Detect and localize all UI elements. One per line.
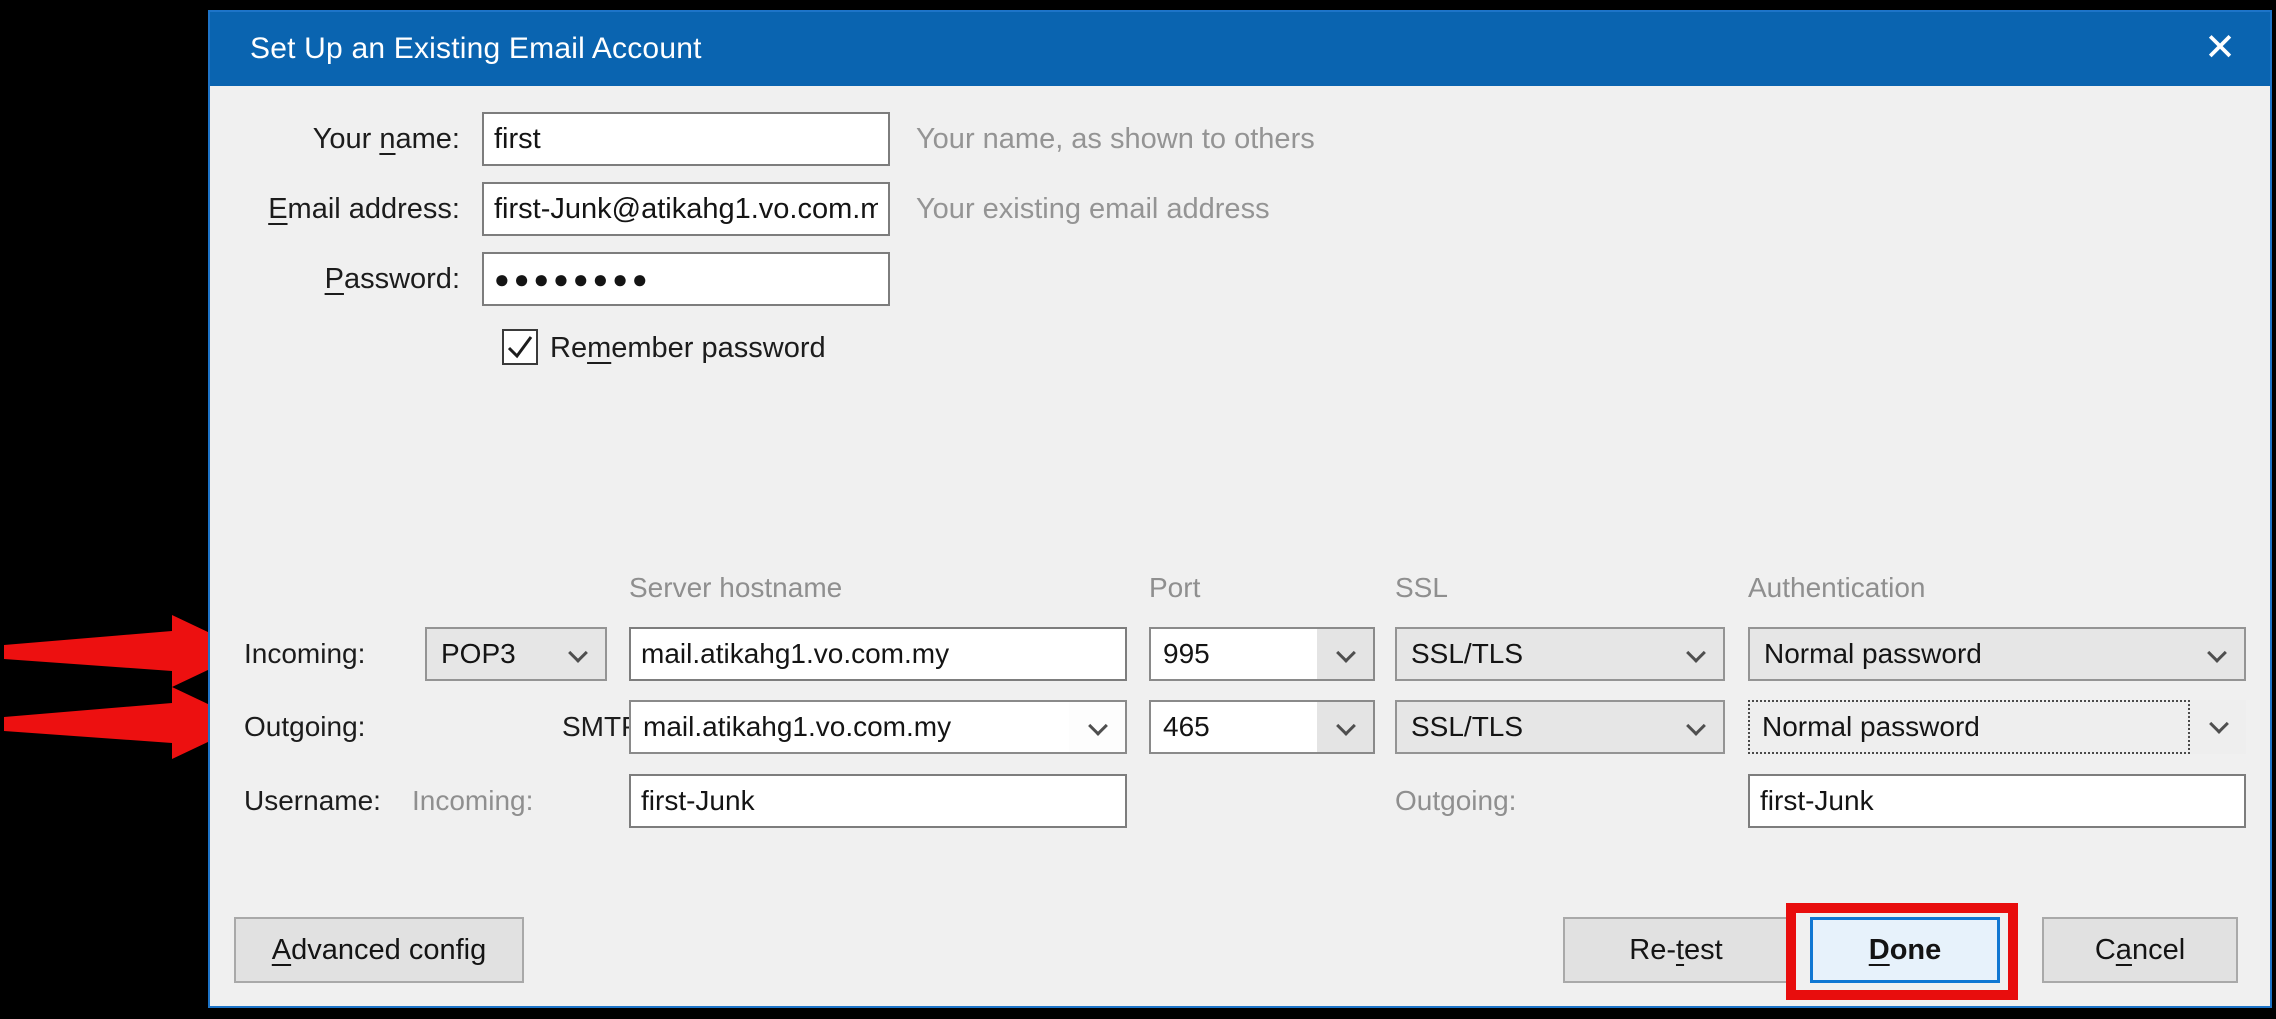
- port-header: Port: [1149, 572, 1200, 604]
- outgoing-auth-select[interactable]: Normal password: [1748, 700, 2246, 754]
- outgoing-port-combobox[interactable]: 465: [1149, 700, 1375, 754]
- password-input[interactable]: [482, 252, 890, 306]
- remember-password-checkbox[interactable]: [502, 329, 538, 365]
- chevron-down-icon: [568, 643, 588, 663]
- your-name-label: Your name:: [210, 112, 460, 166]
- outgoing-row-label: Outgoing:: [244, 700, 365, 754]
- username-outgoing-label: Outgoing:: [1395, 774, 1516, 828]
- titlebar: Set Up an Existing Email Account ✕: [210, 12, 2270, 86]
- chevron-down-icon: [2207, 643, 2227, 663]
- outgoing-ssl-select[interactable]: SSL/TLS: [1395, 700, 1725, 754]
- remember-password-label: Remember password: [550, 321, 826, 375]
- incoming-protocol-select[interactable]: POP3: [425, 627, 607, 681]
- outgoing-hostname-combobox[interactable]: mail.atikahg1.vo.com.my: [629, 700, 1127, 754]
- incoming-port-combobox[interactable]: 995: [1149, 627, 1375, 681]
- incoming-ssl-select[interactable]: SSL/TLS: [1395, 627, 1725, 681]
- chevron-down-icon: [1686, 716, 1706, 736]
- retest-button[interactable]: Re-test: [1563, 917, 1789, 983]
- server-hostname-header: Server hostname: [629, 572, 842, 604]
- dropdown-button[interactable]: [1069, 702, 1125, 752]
- username-incoming-label: Incoming:: [412, 774, 533, 828]
- cancel-button[interactable]: Cancel: [2042, 917, 2238, 983]
- ssl-header: SSL: [1395, 572, 1448, 604]
- email-address-hint: Your existing email address: [916, 182, 1270, 236]
- screenshot-stage: Set Up an Existing Email Account ✕ Your …: [0, 0, 2276, 1019]
- chevron-down-icon: [1336, 643, 1356, 663]
- chevron-down-icon: [1088, 716, 1108, 736]
- chevron-down-icon: [1686, 643, 1706, 663]
- your-name-hint: Your name, as shown to others: [916, 112, 1315, 166]
- checkmark-icon: [504, 331, 536, 363]
- annotation-highlight-box: [1786, 903, 2018, 1000]
- account-setup-dialog: Set Up an Existing Email Account ✕ Your …: [208, 10, 2272, 1008]
- your-name-input[interactable]: [482, 112, 890, 166]
- incoming-row-label: Incoming:: [244, 627, 365, 681]
- incoming-username-input[interactable]: [629, 774, 1127, 828]
- chevron-down-icon: [1336, 716, 1356, 736]
- outgoing-username-input[interactable]: [1748, 774, 2246, 828]
- password-label: Password:: [210, 252, 460, 306]
- email-address-label: Email address:: [210, 182, 460, 236]
- email-address-input[interactable]: [482, 182, 890, 236]
- advanced-config-button[interactable]: Advanced config: [234, 917, 524, 983]
- dropdown-button[interactable]: [1317, 702, 1373, 752]
- incoming-hostname-input[interactable]: [629, 627, 1127, 681]
- incoming-auth-select[interactable]: Normal password: [1748, 627, 2246, 681]
- close-icon[interactable]: ✕: [2196, 12, 2244, 86]
- authentication-header: Authentication: [1748, 572, 1925, 604]
- dialog-title: Set Up an Existing Email Account: [250, 12, 702, 86]
- dropdown-button[interactable]: [1317, 629, 1373, 679]
- chevron-down-icon: [2209, 714, 2229, 734]
- username-row-label: Username:: [244, 774, 381, 828]
